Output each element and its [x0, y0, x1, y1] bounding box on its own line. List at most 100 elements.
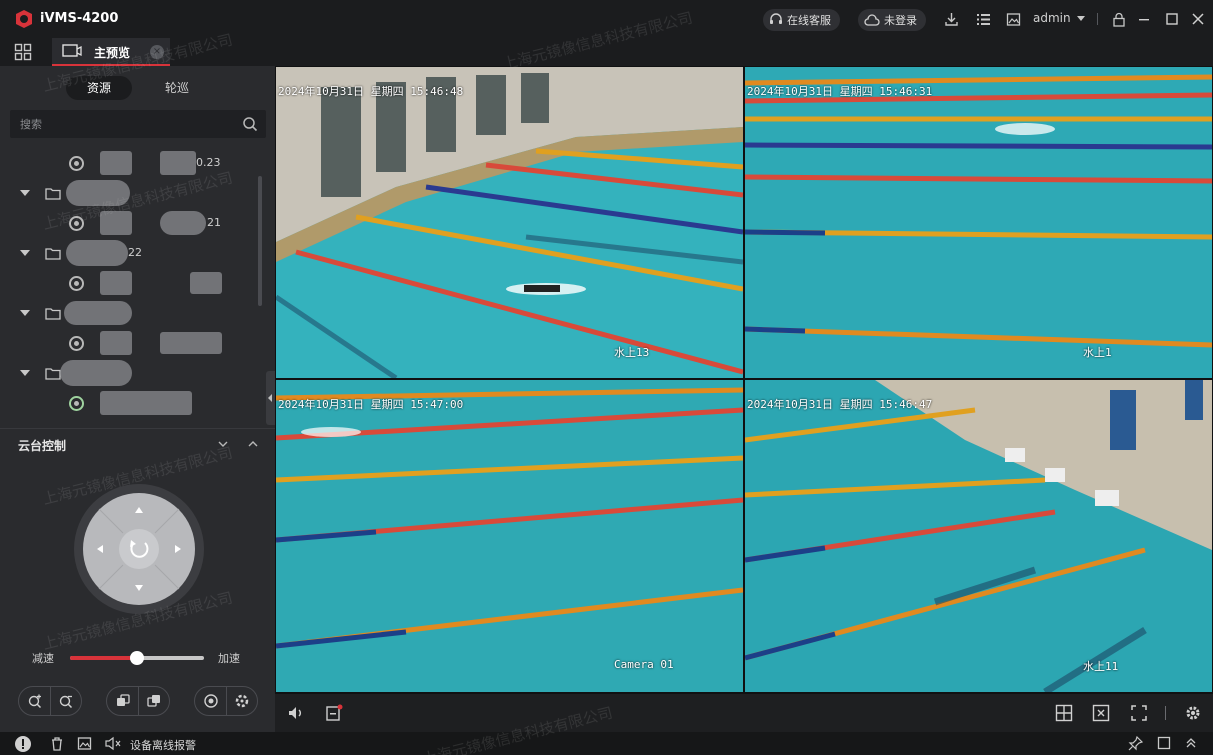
gear-icon[interactable] — [1184, 704, 1202, 722]
osd-camera-name: 水上11 — [1083, 660, 1119, 673]
maximize-icon[interactable] — [1163, 10, 1181, 28]
expand-arrow-icon[interactable] — [20, 370, 30, 376]
expand-arrow-icon[interactable] — [20, 250, 30, 256]
folder-icon — [45, 308, 61, 320]
lock-icon[interactable] — [1110, 10, 1128, 28]
zoom-button-group — [18, 686, 82, 716]
osd-timestamp: 2024年10月31日 星期四 15:46:48 — [278, 85, 464, 98]
video-cell-2[interactable]: 2024年10月31日 星期四 15:46:31 水上1 — [745, 67, 1212, 378]
collapse-up-icon[interactable] — [1184, 736, 1198, 750]
tab-close-icon[interactable]: × — [150, 45, 164, 59]
ptz-title: 云台控制 — [18, 439, 67, 453]
download-icon[interactable] — [942, 10, 960, 28]
video-cell-1[interactable]: 2024年10月31日 星期四 15:46:48 水上13 — [276, 67, 743, 378]
video-toolbar — [275, 694, 1213, 732]
close-icon[interactable] — [1189, 10, 1207, 28]
ptz-speed-fill — [70, 656, 137, 660]
pin-icon[interactable] — [1128, 736, 1143, 751]
image-icon[interactable] — [1004, 10, 1022, 28]
seg-resource[interactable]: 资源 — [66, 76, 132, 100]
list-icon[interactable] — [974, 10, 992, 28]
alarm-status-text: 设备离线报警 — [130, 739, 196, 752]
tree-group[interactable] — [0, 358, 262, 388]
pool-view — [276, 67, 743, 378]
tree-camera[interactable] — [0, 328, 262, 358]
iris-close-button[interactable] — [226, 687, 257, 715]
search-icon[interactable] — [242, 116, 258, 132]
folder-icon — [45, 368, 61, 380]
tree-camera[interactable] — [0, 268, 262, 298]
expand-arrow-icon[interactable] — [20, 190, 30, 196]
tree-scrollbar[interactable] — [258, 176, 262, 306]
expand-arrow-icon[interactable] — [20, 310, 30, 316]
user-menu[interactable]: admin — [1033, 11, 1071, 25]
status-bar: 设备离线报警 — [0, 732, 1213, 755]
pool-view — [745, 380, 1212, 692]
recording-storage-icon[interactable] — [325, 704, 343, 722]
tree-camera[interactable]: 21 — [0, 208, 262, 238]
focus-near-button[interactable] — [107, 687, 138, 715]
ptz-auto-rotate-button[interactable] — [119, 529, 159, 569]
search-box — [10, 110, 266, 138]
user-menu-caret-icon[interactable] — [1077, 16, 1085, 21]
folder-icon — [45, 188, 61, 200]
chevron-up-icon[interactable] — [246, 437, 260, 451]
iris-open-button[interactable] — [195, 687, 226, 715]
ptz-speed-slider[interactable] — [70, 651, 204, 665]
minimize-icon[interactable] — [1135, 10, 1153, 28]
focus-near-icon — [116, 694, 130, 706]
zoom-out-button[interactable] — [50, 687, 81, 715]
zoom-in-button[interactable] — [19, 687, 50, 715]
cloud-login-button[interactable]: 未登录 — [858, 9, 926, 31]
chevron-down-icon[interactable] — [216, 437, 230, 451]
osd-camera-name: 水上1 — [1083, 346, 1112, 359]
app-title: iVMS-4200 — [40, 11, 119, 26]
picture-icon[interactable] — [77, 736, 92, 751]
close-all-windows-icon[interactable] — [1092, 704, 1110, 722]
tree-group[interactable]: 22 — [0, 238, 262, 268]
tree-group[interactable] — [0, 298, 262, 328]
folder-icon — [45, 248, 61, 260]
speed-fast-label: 加速 — [218, 652, 240, 665]
redacted-label — [60, 360, 132, 386]
redacted-label — [100, 331, 132, 355]
volume-icon[interactable] — [287, 704, 305, 722]
toolbar-divider — [1165, 706, 1166, 720]
video-cell-4[interactable]: 2024年10月31日 星期四 15:46:47 水上11 — [745, 380, 1212, 692]
mute-icon[interactable] — [104, 736, 122, 751]
tab-bar: 主预览 × — [0, 38, 1213, 66]
focus-far-button[interactable] — [138, 687, 169, 715]
tree-camera[interactable]: 0.23 — [0, 148, 262, 178]
redacted-label — [64, 301, 132, 325]
fullscreen-icon[interactable] — [1130, 704, 1148, 722]
ptz-joystick[interactable] — [74, 484, 204, 614]
ptz-up-arrow-icon — [135, 507, 143, 513]
redacted-label — [100, 271, 132, 295]
pool-view — [276, 380, 743, 692]
ptz-down-arrow-icon — [135, 585, 143, 591]
restore-window-icon[interactable] — [1157, 736, 1171, 750]
tab-main-preview[interactable]: 主预览 × — [52, 38, 170, 66]
iris-close-icon — [235, 694, 249, 708]
window-layout-icon[interactable] — [1055, 704, 1073, 722]
ptz-speed-knob[interactable] — [130, 651, 144, 665]
camera-icon — [69, 216, 84, 231]
seg-patrol[interactable]: 轮巡 — [144, 76, 210, 100]
resource-tree: 0.23 21 22 — [0, 148, 262, 420]
iris-open-icon — [203, 694, 218, 708]
redacted-label — [66, 240, 128, 266]
redacted-label — [66, 180, 130, 206]
title-bar: iVMS-4200 在线客服 未登录 admin — [0, 0, 1213, 38]
tree-group[interactable] — [0, 178, 262, 208]
headset-icon — [770, 13, 782, 24]
trash-icon[interactable] — [50, 736, 64, 751]
search-input[interactable] — [10, 110, 230, 138]
video-cell-3[interactable]: 2024年10月31日 星期四 15:47:00 Camera 01 — [276, 380, 743, 692]
osd-camera-name: Camera 01 — [614, 658, 674, 671]
grid-menu-icon[interactable] — [14, 43, 32, 61]
alarm-warning-icon[interactable] — [14, 735, 32, 752]
online-support-button[interactable]: 在线客服 — [763, 9, 840, 31]
panel-collapse-handle[interactable] — [266, 371, 275, 425]
tree-camera[interactable] — [0, 388, 262, 418]
hikvision-logo-icon — [16, 10, 32, 28]
